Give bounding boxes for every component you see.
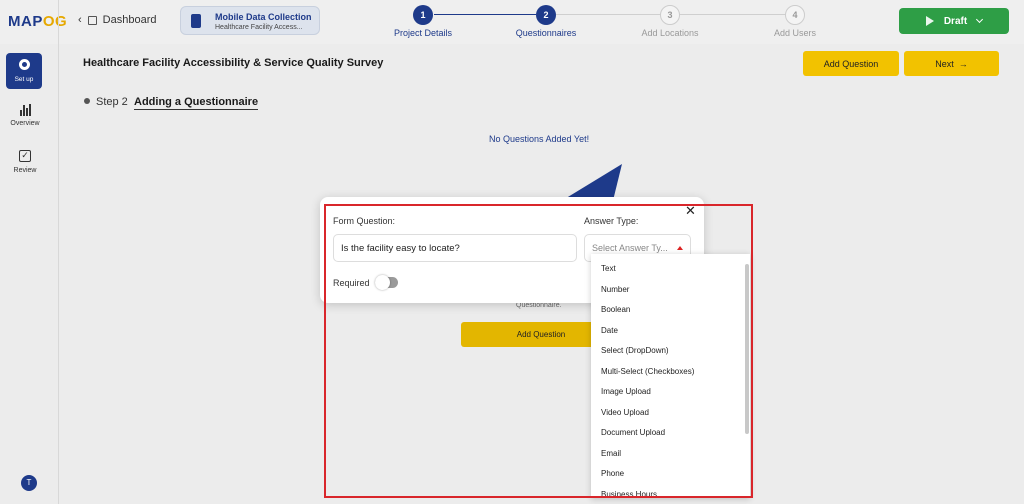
step-questionnaires[interactable]: 2 Questionnaires	[506, 5, 586, 38]
answer-type-option[interactable]: Email	[591, 445, 750, 466]
dropdown-scrollbar[interactable]	[745, 264, 749, 434]
required-toggle[interactable]	[375, 275, 398, 290]
answer-type-option[interactable]: Number	[591, 281, 750, 302]
answer-type-dropdown: Text Number Boolean Date Select (DropDown) Mu…	[591, 254, 750, 498]
step-add-users[interactable]: 4 Add Users	[755, 5, 835, 38]
step-project-details[interactable]: 1 Project Details	[383, 5, 463, 38]
answer-type-option[interactable]: Business Hours	[591, 486, 750, 499]
project-card[interactable]: Mobile Data Collection Healthcare Facili…	[180, 6, 320, 35]
add-question-button[interactable]: Add Question	[803, 51, 899, 76]
answer-type-option[interactable]: Select (DropDown)	[591, 342, 750, 363]
empty-state-subtext: Questionnaire.	[516, 302, 562, 309]
step-heading: Adding a Questionnaire	[134, 96, 259, 110]
close-icon[interactable]: ✕	[685, 203, 696, 219]
answer-type-option[interactable]: Video Upload	[591, 404, 750, 425]
step-number: Step 2	[96, 96, 128, 108]
answer-type-option[interactable]: Boolean	[591, 301, 750, 322]
project-subtitle: Healthcare Facility Access...	[215, 24, 303, 31]
grid-icon	[87, 15, 97, 25]
answer-type-label: Answer Type:	[584, 216, 639, 226]
sidebar-divider	[58, 0, 59, 504]
caret-up-icon	[677, 246, 683, 250]
bar-chart-icon	[19, 104, 31, 116]
document-icon	[191, 14, 201, 28]
required-label: Required	[333, 278, 370, 288]
next-button[interactable]: Next →	[904, 51, 999, 76]
arrow-right-icon: →	[958, 58, 968, 69]
checkbox-icon: ✓	[19, 150, 31, 162]
chevron-down-icon	[976, 15, 984, 24]
avatar[interactable]: T	[21, 475, 37, 491]
answer-type-option[interactable]: Multi-Select (Checkboxes)	[591, 363, 750, 384]
empty-state-message: No Questions Added Yet!	[489, 134, 590, 144]
step-bullet	[84, 98, 90, 104]
toggle-knob	[375, 275, 390, 290]
dashboard-link[interactable]: ‹ Dashboard	[78, 14, 157, 26]
answer-type-option[interactable]: Image Upload	[591, 383, 750, 404]
answer-type-option[interactable]: Document Upload	[591, 424, 750, 445]
step-add-locations[interactable]: 3 Add Locations	[630, 5, 710, 38]
draft-button[interactable]: Draft	[899, 8, 1009, 34]
answer-type-option[interactable]: Text	[591, 260, 750, 281]
sidebar-item-setup[interactable]: Set up	[6, 53, 42, 89]
answer-type-option[interactable]: Date	[591, 322, 750, 343]
play-icon	[925, 16, 934, 26]
answer-type-option[interactable]: Phone	[591, 465, 750, 486]
project-title: Mobile Data Collection	[215, 12, 312, 22]
gear-icon	[18, 59, 30, 70]
form-question-input[interactable]: Is the facility easy to locate?	[333, 234, 577, 262]
chevron-left-icon: ‹	[78, 14, 82, 26]
sidebar-item-overview[interactable]: Overview	[0, 104, 50, 127]
sidebar-item-review[interactable]: ✓ Review	[0, 150, 50, 174]
top-header: MAPOG ‹ Dashboard Mobile Data Collection…	[0, 0, 1024, 44]
page-title: Healthcare Facility Accessibility & Serv…	[83, 57, 384, 69]
form-question-label: Form Question:	[333, 216, 396, 226]
